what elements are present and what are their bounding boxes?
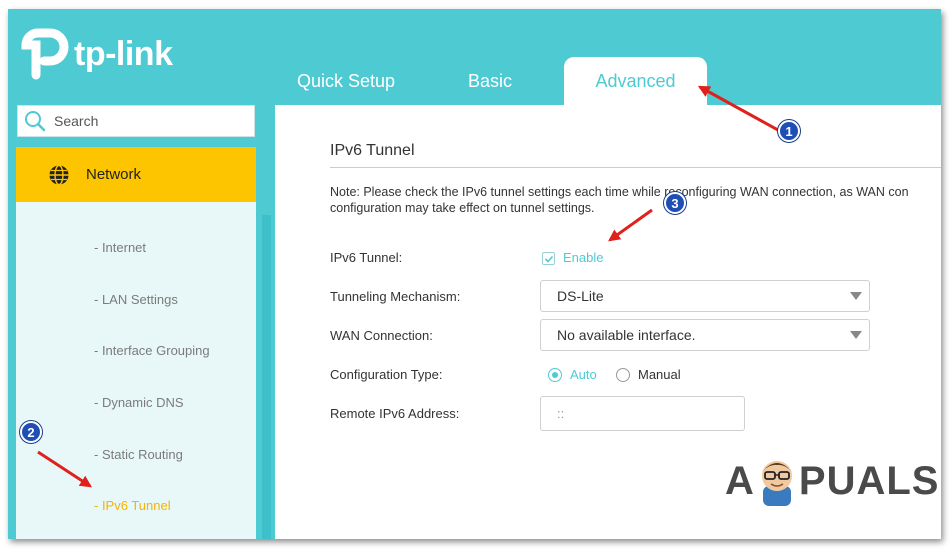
wan-connection-label: WAN Connection: bbox=[330, 328, 433, 343]
brand-name: tp-link bbox=[74, 34, 173, 73]
sidebar-item-network-label: Network bbox=[86, 166, 142, 183]
watermark-text-start: A bbox=[725, 458, 755, 503]
annotation-badge-2: 2 bbox=[20, 421, 42, 443]
appuals-watermark: A PUALS bbox=[725, 456, 939, 506]
tunneling-mechanism-select[interactable]: DS-Lite bbox=[540, 280, 870, 312]
globe-icon bbox=[49, 164, 69, 185]
sidebar-item-interface-grouping[interactable]: - Interface Grouping bbox=[94, 343, 210, 358]
tunneling-mechanism-value: DS-Lite bbox=[557, 288, 604, 304]
tab-advanced[interactable]: Advanced bbox=[564, 57, 707, 105]
dropdown-arrow-icon bbox=[850, 331, 862, 339]
enable-checkbox[interactable] bbox=[542, 252, 555, 265]
sidebar-item-dynamic-dns[interactable]: - Dynamic DNS bbox=[94, 395, 184, 410]
search-placeholder: Search bbox=[54, 113, 99, 129]
wan-connection-select[interactable]: No available interface. bbox=[540, 319, 870, 351]
tab-basic[interactable]: Basic bbox=[440, 57, 540, 105]
dropdown-arrow-icon bbox=[850, 292, 862, 300]
title-divider bbox=[330, 167, 941, 168]
checkmark-icon bbox=[544, 255, 553, 263]
ipv6-tunnel-label: IPv6 Tunnel: bbox=[330, 250, 403, 265]
remote-ipv6-address-input[interactable]: :: bbox=[540, 396, 745, 431]
tp-link-logo: tp-link bbox=[16, 27, 173, 81]
tab-quick-setup[interactable]: Quick Setup bbox=[276, 57, 416, 105]
sidebar: Network - Internet - LAN Settings - Inte… bbox=[16, 147, 256, 539]
tunnel-note-line1: Note: Please check the IPv6 tunnel setti… bbox=[330, 185, 909, 199]
search-icon bbox=[25, 111, 46, 132]
page-title: IPv6 Tunnel bbox=[330, 142, 415, 159]
sidebar-scrollbar[interactable] bbox=[262, 215, 271, 539]
tunneling-mechanism-label: Tunneling Mechanism: bbox=[330, 289, 461, 304]
radio-manual[interactable] bbox=[616, 368, 630, 382]
configuration-type-label: Configuration Type: bbox=[330, 367, 443, 382]
watermark-text-end: PUALS bbox=[798, 458, 940, 503]
mascot-icon bbox=[761, 461, 792, 506]
sidebar-item-static-routing[interactable]: - Static Routing bbox=[94, 447, 183, 462]
radio-manual-label[interactable]: Manual bbox=[638, 367, 681, 382]
annotation-badge-3: 3 bbox=[664, 192, 686, 214]
sidebar-item-ipv6-tunnel[interactable]: - IPv6 Tunnel bbox=[94, 498, 171, 513]
wan-connection-value: No available interface. bbox=[557, 327, 696, 343]
remote-ipv6-address-label: Remote IPv6 Address: bbox=[330, 406, 460, 421]
radio-auto[interactable] bbox=[548, 368, 562, 382]
sidebar-item-lan-settings[interactable]: - LAN Settings bbox=[94, 292, 178, 307]
radio-auto-label[interactable]: Auto bbox=[570, 367, 597, 382]
tunnel-note: Note: Please check the IPv6 tunnel setti… bbox=[330, 184, 941, 216]
annotation-badge-1: 1 bbox=[778, 120, 800, 142]
tp-link-logo-mark-icon bbox=[16, 27, 70, 81]
tunnel-note-line2: configuration may take effect on tunnel … bbox=[330, 201, 595, 215]
sidebar-item-internet[interactable]: - Internet bbox=[94, 240, 146, 255]
sidebar-item-network[interactable]: Network bbox=[16, 147, 256, 202]
enable-checkbox-label[interactable]: Enable bbox=[563, 250, 603, 265]
search-input[interactable]: Search bbox=[17, 105, 255, 137]
router-admin-window: tp-link Quick Setup Basic Advanced Searc… bbox=[8, 9, 941, 539]
